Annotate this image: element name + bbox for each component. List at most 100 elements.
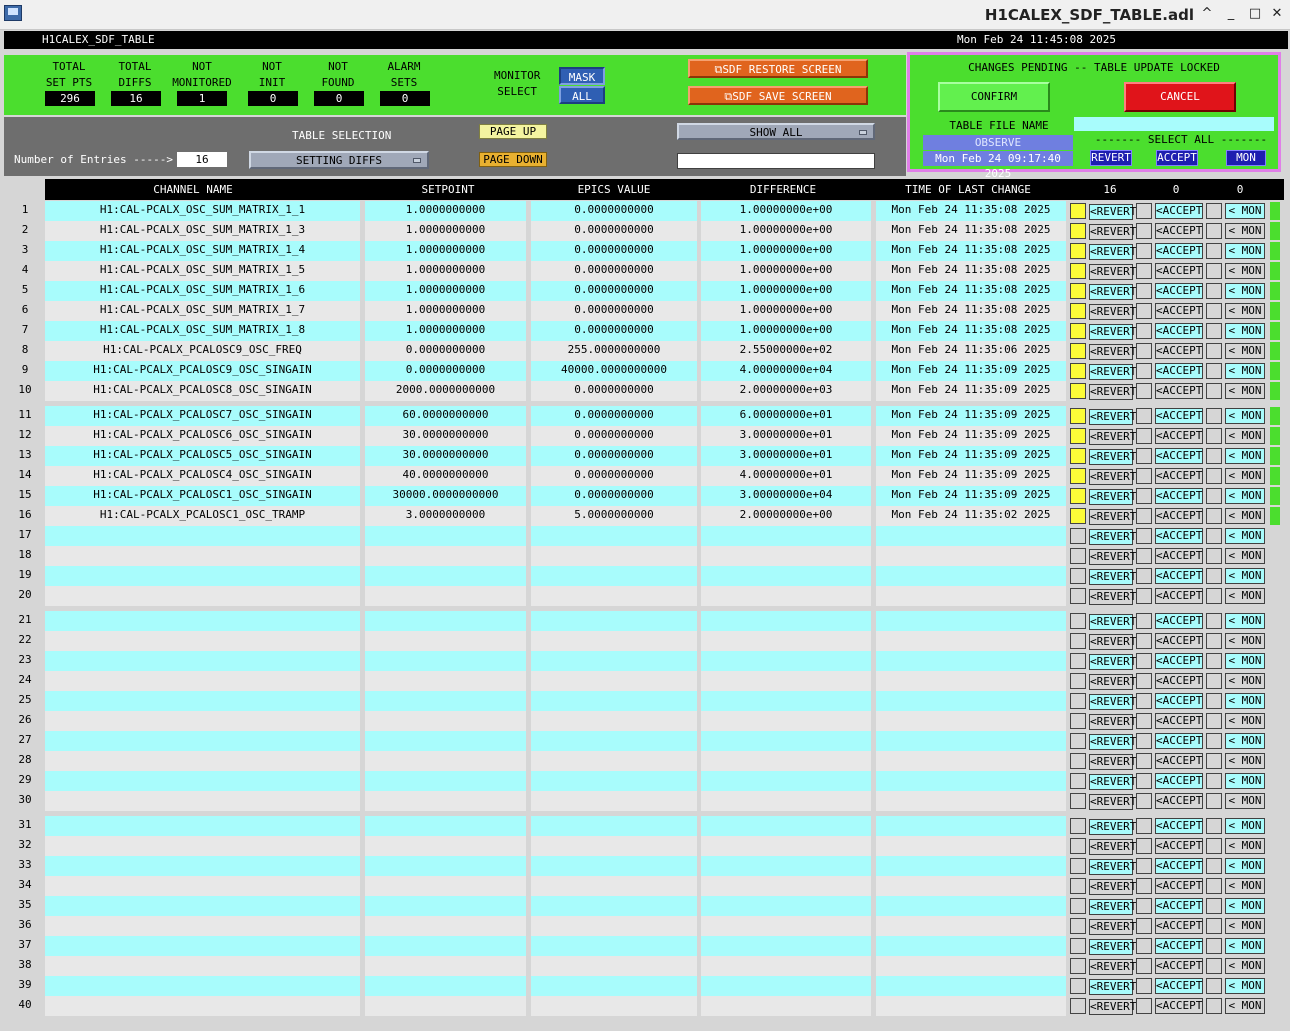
mon-checkbox[interactable] xyxy=(1206,878,1222,894)
accept-checkbox[interactable] xyxy=(1136,653,1152,669)
revert-button[interactable]: <REVERT xyxy=(1089,364,1136,380)
accept-button[interactable]: <ACCEPT xyxy=(1155,408,1203,424)
accept-button[interactable]: <ACCEPT xyxy=(1155,203,1203,219)
mon-checkbox[interactable] xyxy=(1206,633,1222,649)
accept-button[interactable]: <ACCEPT xyxy=(1155,528,1203,544)
revert-checkbox[interactable] xyxy=(1070,613,1086,629)
accept-checkbox[interactable] xyxy=(1136,488,1152,504)
accept-button[interactable]: <ACCEPT xyxy=(1155,773,1203,789)
mon-checkbox[interactable] xyxy=(1206,363,1222,379)
accept-button[interactable]: <ACCEPT xyxy=(1155,998,1203,1014)
accept-button[interactable]: <ACCEPT xyxy=(1155,733,1203,749)
mon-checkbox[interactable] xyxy=(1206,958,1222,974)
revert-checkbox[interactable] xyxy=(1070,303,1086,319)
accept-checkbox[interactable] xyxy=(1136,998,1152,1014)
revert-button[interactable]: <REVERT xyxy=(1089,409,1136,425)
revert-checkbox[interactable] xyxy=(1070,753,1086,769)
mon-checkbox[interactable] xyxy=(1206,713,1222,729)
revert-checkbox[interactable] xyxy=(1070,343,1086,359)
accept-button[interactable]: <ACCEPT xyxy=(1155,753,1203,769)
mon-button[interactable]: < MON xyxy=(1225,283,1265,299)
mon-button[interactable]: < MON xyxy=(1225,383,1265,399)
mon-button[interactable]: < MON xyxy=(1225,343,1265,359)
revert-checkbox[interactable] xyxy=(1070,733,1086,749)
mon-checkbox[interactable] xyxy=(1206,793,1222,809)
accept-button[interactable]: <ACCEPT xyxy=(1155,818,1203,834)
revert-checkbox[interactable] xyxy=(1070,693,1086,709)
accept-checkbox[interactable] xyxy=(1136,878,1152,894)
revert-button[interactable]: <REVERT xyxy=(1089,734,1136,750)
accept-checkbox[interactable] xyxy=(1136,568,1152,584)
accept-button[interactable]: <ACCEPT xyxy=(1155,633,1203,649)
accept-button[interactable]: <ACCEPT xyxy=(1155,918,1203,934)
mon-checkbox[interactable] xyxy=(1206,753,1222,769)
mon-button[interactable]: < MON xyxy=(1225,548,1265,564)
accept-checkbox[interactable] xyxy=(1136,818,1152,834)
accept-checkbox[interactable] xyxy=(1136,548,1152,564)
mon-checkbox[interactable] xyxy=(1206,838,1222,854)
accept-checkbox[interactable] xyxy=(1136,773,1152,789)
mon-checkbox[interactable] xyxy=(1206,773,1222,789)
revert-button[interactable]: <REVERT xyxy=(1089,979,1136,995)
revert-checkbox[interactable] xyxy=(1070,408,1086,424)
mon-checkbox[interactable] xyxy=(1206,343,1222,359)
revert-checkbox[interactable] xyxy=(1070,938,1086,954)
accept-button[interactable]: <ACCEPT xyxy=(1155,613,1203,629)
mon-checkbox[interactable] xyxy=(1206,408,1222,424)
all-button[interactable]: ALL xyxy=(559,86,605,104)
mon-button[interactable]: < MON xyxy=(1225,733,1265,749)
mon-checkbox[interactable] xyxy=(1206,323,1222,339)
confirm-button[interactable]: CONFIRM xyxy=(938,82,1050,112)
mon-checkbox[interactable] xyxy=(1206,978,1222,994)
mon-checkbox[interactable] xyxy=(1206,998,1222,1014)
mon-button[interactable]: < MON xyxy=(1225,468,1265,484)
revert-button[interactable]: <REVERT xyxy=(1089,839,1136,855)
revert-checkbox[interactable] xyxy=(1070,838,1086,854)
accept-checkbox[interactable] xyxy=(1136,838,1152,854)
mon-button[interactable]: < MON xyxy=(1225,753,1265,769)
sdf-save-button[interactable]: ⧉SDF SAVE SCREEN xyxy=(688,86,868,105)
table-file-name-field[interactable] xyxy=(1074,117,1274,131)
mon-checkbox[interactable] xyxy=(1206,653,1222,669)
revert-button[interactable]: <REVERT xyxy=(1089,449,1136,465)
revert-button[interactable]: <REVERT xyxy=(1089,244,1136,260)
mon-button[interactable]: < MON xyxy=(1225,488,1265,504)
mon-checkbox[interactable] xyxy=(1206,613,1222,629)
page-up-button[interactable]: PAGE UP xyxy=(479,124,547,139)
revert-checkbox[interactable] xyxy=(1070,918,1086,934)
revert-checkbox[interactable] xyxy=(1070,653,1086,669)
accept-button[interactable]: <ACCEPT xyxy=(1155,793,1203,809)
revert-checkbox[interactable] xyxy=(1070,263,1086,279)
accept-button[interactable]: <ACCEPT xyxy=(1155,428,1203,444)
revert-button[interactable]: <REVERT xyxy=(1089,859,1136,875)
mon-button[interactable]: < MON xyxy=(1225,998,1265,1014)
accept-button[interactable]: <ACCEPT xyxy=(1155,323,1203,339)
accept-checkbox[interactable] xyxy=(1136,223,1152,239)
revert-checkbox[interactable] xyxy=(1070,448,1086,464)
accept-button[interactable]: <ACCEPT xyxy=(1155,243,1203,259)
revert-button[interactable]: <REVERT xyxy=(1089,384,1136,400)
revert-checkbox[interactable] xyxy=(1070,223,1086,239)
accept-checkbox[interactable] xyxy=(1136,858,1152,874)
revert-checkbox[interactable] xyxy=(1070,568,1086,584)
accept-checkbox[interactable] xyxy=(1136,468,1152,484)
accept-checkbox[interactable] xyxy=(1136,508,1152,524)
revert-button[interactable]: <REVERT xyxy=(1089,509,1136,525)
revert-button[interactable]: <REVERT xyxy=(1089,654,1136,670)
accept-button[interactable]: <ACCEPT xyxy=(1155,653,1203,669)
mon-button[interactable]: < MON xyxy=(1225,793,1265,809)
mon-checkbox[interactable] xyxy=(1206,568,1222,584)
mon-button[interactable]: < MON xyxy=(1225,978,1265,994)
revert-button[interactable]: <REVERT xyxy=(1089,469,1136,485)
accept-checkbox[interactable] xyxy=(1136,753,1152,769)
mon-checkbox[interactable] xyxy=(1206,528,1222,544)
mon-checkbox[interactable] xyxy=(1206,428,1222,444)
revert-checkbox[interactable] xyxy=(1070,878,1086,894)
revert-checkbox[interactable] xyxy=(1070,548,1086,564)
accept-button[interactable]: <ACCEPT xyxy=(1155,898,1203,914)
revert-button[interactable]: <REVERT xyxy=(1089,224,1136,240)
mon-checkbox[interactable] xyxy=(1206,243,1222,259)
accept-checkbox[interactable] xyxy=(1136,918,1152,934)
revert-checkbox[interactable] xyxy=(1070,633,1086,649)
mon-checkbox[interactable] xyxy=(1206,588,1222,604)
